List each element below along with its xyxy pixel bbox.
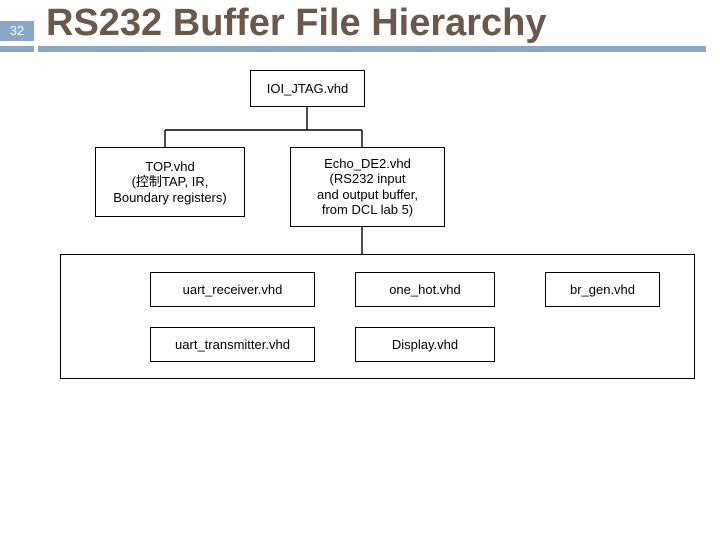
node-uart-transmitter: uart_transmitter.vhd [150,327,315,362]
node-top-vhd: TOP.vhd (控制TAP, IR, Boundary registers) [95,147,245,217]
node-root: IOI_JTAG.vhd [250,70,365,107]
node-uart-receiver: uart_receiver.vhd [150,272,315,307]
diagram-canvas: IOI_JTAG.vhd TOP.vhd (控制TAP, IR, Boundar… [0,52,720,482]
node-one-hot: one_hot.vhd [355,272,495,307]
node-echo-de2: Echo_DE2.vhd (RS232 input and output buf… [290,147,445,227]
slide-number-badge: 32 [0,21,34,41]
title-wrap: RS232 Buffer File Hierarchy [46,4,547,44]
node-br-gen: br_gen.vhd [545,272,660,307]
header: 32 RS232 Buffer File Hierarchy [0,0,720,44]
node-display: Display.vhd [355,327,495,362]
page-title: RS232 Buffer File Hierarchy [46,4,547,44]
